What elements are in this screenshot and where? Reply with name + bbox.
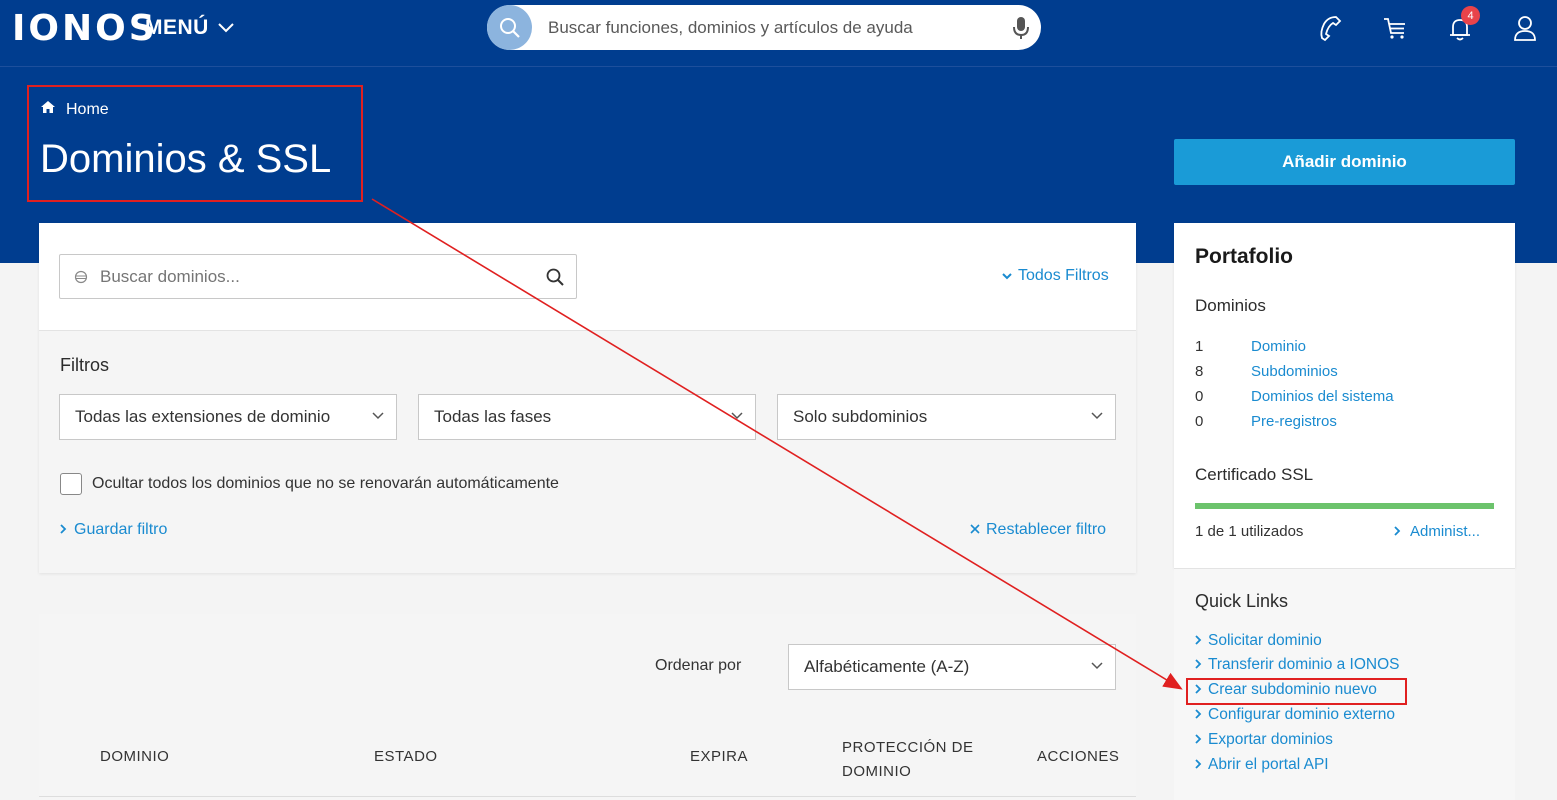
chevron-down-icon [1002, 267, 1012, 285]
close-icon [970, 521, 980, 539]
chevron-right-icon [60, 521, 67, 539]
type-filter-select[interactable]: Solo subdominios [777, 394, 1116, 440]
quick-link-item[interactable]: Configurar dominio externo [1195, 706, 1395, 724]
ssl-heading: Certificado SSL [1195, 465, 1314, 484]
add-domain-button[interactable]: Añadir dominio [1174, 139, 1515, 185]
ssl-usage-bar [1195, 503, 1494, 509]
extension-filter-select[interactable]: Todas las extensiones de dominio [59, 394, 397, 440]
search-icon[interactable] [546, 268, 564, 286]
ssl-manage-label: Administ... [1410, 523, 1481, 540]
phone-icon[interactable] [1310, 10, 1350, 46]
global-search-input[interactable] [548, 17, 1001, 38]
reset-filter-link[interactable]: Restablecer filtro [970, 521, 1106, 539]
system-domains-count: 0 [1195, 388, 1204, 405]
user-account-icon[interactable] [1505, 10, 1545, 46]
chevron-right-icon [1195, 656, 1202, 674]
quick-link-item[interactable]: Transferir dominio a IONOS [1195, 656, 1400, 674]
phase-filter-value: Todas las fases [434, 407, 552, 426]
domain-search-input[interactable] [100, 266, 546, 287]
column-header-actions: ACCIONES [1037, 748, 1120, 765]
ionos-logo[interactable]: IONOS [12, 8, 158, 49]
column-header-status[interactable]: ESTADO [374, 748, 438, 765]
chevron-down-icon [1091, 412, 1103, 420]
portfolio-row-domains: 1 Dominio [1195, 338, 1306, 355]
chevron-down-icon [217, 16, 235, 40]
column-header-domain-protection-line2: DOMINIO [842, 763, 912, 780]
phase-filter-select[interactable]: Todas las fases [418, 394, 756, 440]
annotation-highlight-quick-link [1186, 678, 1407, 705]
column-header-domain[interactable]: DOMINIO [100, 748, 169, 765]
search-icon[interactable] [487, 5, 532, 50]
quick-link-label: Exportar dominios [1208, 731, 1333, 748]
domains-heading: Dominios [1195, 296, 1266, 315]
sort-value: Alfabéticamente (A-Z) [804, 657, 970, 676]
quick-links-title: Quick Links [1195, 591, 1289, 611]
quick-link-item[interactable]: Solicitar dominio [1195, 632, 1322, 650]
global-search-bar [487, 5, 1041, 50]
microphone-icon[interactable] [1001, 16, 1041, 40]
table-divider [39, 796, 1136, 797]
hide-non-renewing-label: Ocultar todos los dominios que no se ren… [92, 475, 559, 492]
chevron-down-icon [372, 412, 384, 420]
globe-icon [74, 270, 88, 284]
chevron-right-icon [1195, 632, 1202, 650]
domains-link[interactable]: Dominio [1251, 338, 1306, 355]
extension-filter-value: Todas las extensiones de dominio [75, 407, 331, 426]
save-filter-label: Guardar filtro [74, 521, 168, 538]
ssl-usage-bar-fill [1195, 503, 1494, 509]
sort-label: Ordenar por [655, 657, 742, 674]
domains-count: 1 [1195, 338, 1204, 355]
chevron-right-icon [1195, 756, 1202, 774]
subdomains-link[interactable]: Subdominios [1251, 363, 1338, 380]
quick-link-label: Abrir el portal API [1208, 756, 1329, 773]
ssl-manage-link[interactable]: Administ... [1394, 523, 1480, 540]
portfolio-row-subdomains: 8 Subdominios [1195, 363, 1338, 380]
subdomains-count: 8 [1195, 363, 1204, 380]
main-menu-button[interactable]: MENÚ [145, 16, 235, 40]
chevron-right-icon [1195, 731, 1202, 749]
preregistrations-count: 0 [1195, 413, 1204, 430]
filters-heading: Filtros [60, 355, 109, 375]
domain-search-box [59, 254, 577, 299]
system-domains-link[interactable]: Dominios del sistema [1251, 388, 1394, 405]
preregistrations-link[interactable]: Pre-registros [1251, 413, 1337, 430]
quick-link-item[interactable]: Abrir el portal API [1195, 756, 1329, 774]
quick-link-label: Solicitar dominio [1208, 632, 1322, 649]
hide-non-renewing-checkbox[interactable] [60, 473, 82, 495]
reset-filter-label: Restablecer filtro [986, 521, 1107, 538]
ssl-usage-text: 1 de 1 utilizados [1195, 523, 1304, 540]
portfolio-row-system-domains: 0 Dominios del sistema [1195, 388, 1394, 405]
notifications-bell-icon[interactable]: 4 [1440, 6, 1480, 46]
quick-link-label: Transferir dominio a IONOS [1208, 656, 1400, 673]
all-filters-toggle[interactable]: Todos Filtros [1002, 267, 1109, 285]
sort-select[interactable]: Alfabéticamente (A-Z) [788, 644, 1116, 690]
column-header-domain-protection-line1: PROTECCIÓN DE [842, 739, 974, 756]
column-header-domain-protection[interactable]: PROTECCIÓN DE DOMINIO [842, 736, 974, 784]
chevron-right-icon [1394, 523, 1401, 540]
menu-label: MENÚ [145, 16, 209, 39]
type-filter-value: Solo subdominios [793, 407, 928, 426]
chevron-right-icon [1195, 706, 1202, 724]
save-filter-link[interactable]: Guardar filtro [60, 521, 167, 539]
chevron-down-icon [1091, 662, 1103, 670]
all-filters-label: Todos Filtros [1018, 267, 1109, 284]
cart-icon[interactable] [1375, 10, 1415, 46]
annotation-highlight-title [27, 85, 363, 202]
column-header-expires[interactable]: EXPIRA [690, 748, 748, 765]
quick-link-label: Configurar dominio externo [1208, 706, 1395, 723]
notification-count-badge: 4 [1461, 6, 1480, 25]
quick-link-item[interactable]: Exportar dominios [1195, 731, 1333, 749]
portfolio-title: Portafolio [1195, 245, 1293, 268]
chevron-down-icon [731, 412, 743, 420]
portfolio-row-preregistrations: 0 Pre-registros [1195, 413, 1337, 430]
